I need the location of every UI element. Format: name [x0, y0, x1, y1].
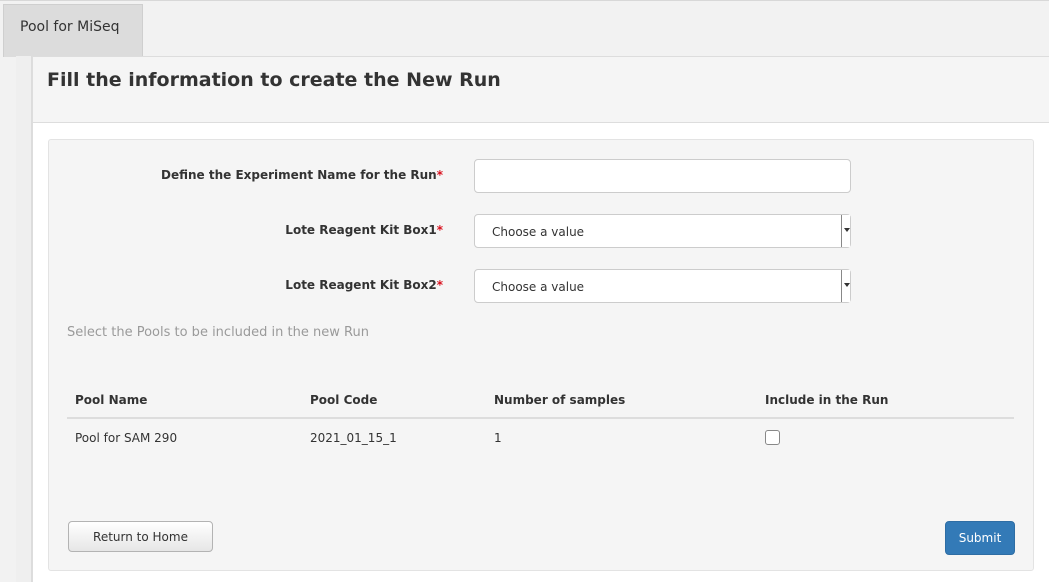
experiment-name-label: Define the Experiment Name for the Run*	[161, 168, 443, 182]
create-run-panel: Fill the information to create the New R…	[32, 56, 1049, 582]
page: Pool for MiSeq Fill the information to c…	[0, 0, 1049, 582]
page-title: Fill the information to create the New R…	[47, 69, 501, 91]
pool-code-cell: 2021_01_15_1	[310, 430, 397, 445]
tab-strip: Pool for MiSeq	[0, 0, 1049, 57]
samples-count-cell: 1	[494, 430, 502, 445]
include-cell	[757, 418, 1014, 456]
submit-button[interactable]: Submit	[945, 521, 1015, 555]
reagent-kit-box1-value: Choose a value	[492, 225, 585, 239]
required-marker: *	[436, 278, 443, 292]
column-include-in-run: Include in the Run	[757, 382, 1014, 419]
return-home-button[interactable]: Return to Home	[68, 521, 213, 552]
chevron-down-icon	[841, 270, 850, 302]
tab-pool-for-miseq[interactable]: Pool for MiSeq	[3, 4, 143, 57]
reagent-kit-box2-value: Choose a value	[492, 280, 585, 294]
experiment-name-input[interactable]	[474, 159, 851, 193]
tab-label: Pool for MiSeq	[20, 19, 120, 35]
pools-table: Pool Name Pool Code Number of samples In…	[67, 382, 1014, 456]
required-marker: *	[436, 168, 443, 182]
reagent-kit-box1-label: Lote Reagent Kit Box1*	[285, 223, 443, 237]
pool-name-cell: Pool for SAM 290	[75, 430, 178, 445]
pools-hint: Select the Pools to be included in the n…	[67, 325, 369, 340]
panel-header: Fill the information to create the New R…	[33, 57, 1049, 123]
required-marker: *	[436, 223, 443, 237]
reagent-kit-box2-select[interactable]: Choose a value	[474, 269, 851, 303]
form-well: Define the Experiment Name for the Run* …	[48, 139, 1034, 571]
column-number-of-samples: Number of samples	[486, 382, 757, 419]
chevron-down-icon	[841, 215, 850, 247]
reagent-kit-box2-label: Lote Reagent Kit Box2*	[285, 278, 443, 292]
include-in-run-checkbox[interactable]	[765, 430, 780, 445]
column-pool-code: Pool Code	[302, 382, 486, 419]
reagent-kit-box1-select[interactable]: Choose a value	[474, 214, 851, 248]
left-gutter	[16, 56, 32, 582]
column-pool-name: Pool Name	[67, 382, 302, 419]
table-row: Pool for SAM 290 2021_01_15_1 1	[67, 418, 1014, 456]
table-header-row: Pool Name Pool Code Number of samples In…	[67, 382, 1014, 419]
